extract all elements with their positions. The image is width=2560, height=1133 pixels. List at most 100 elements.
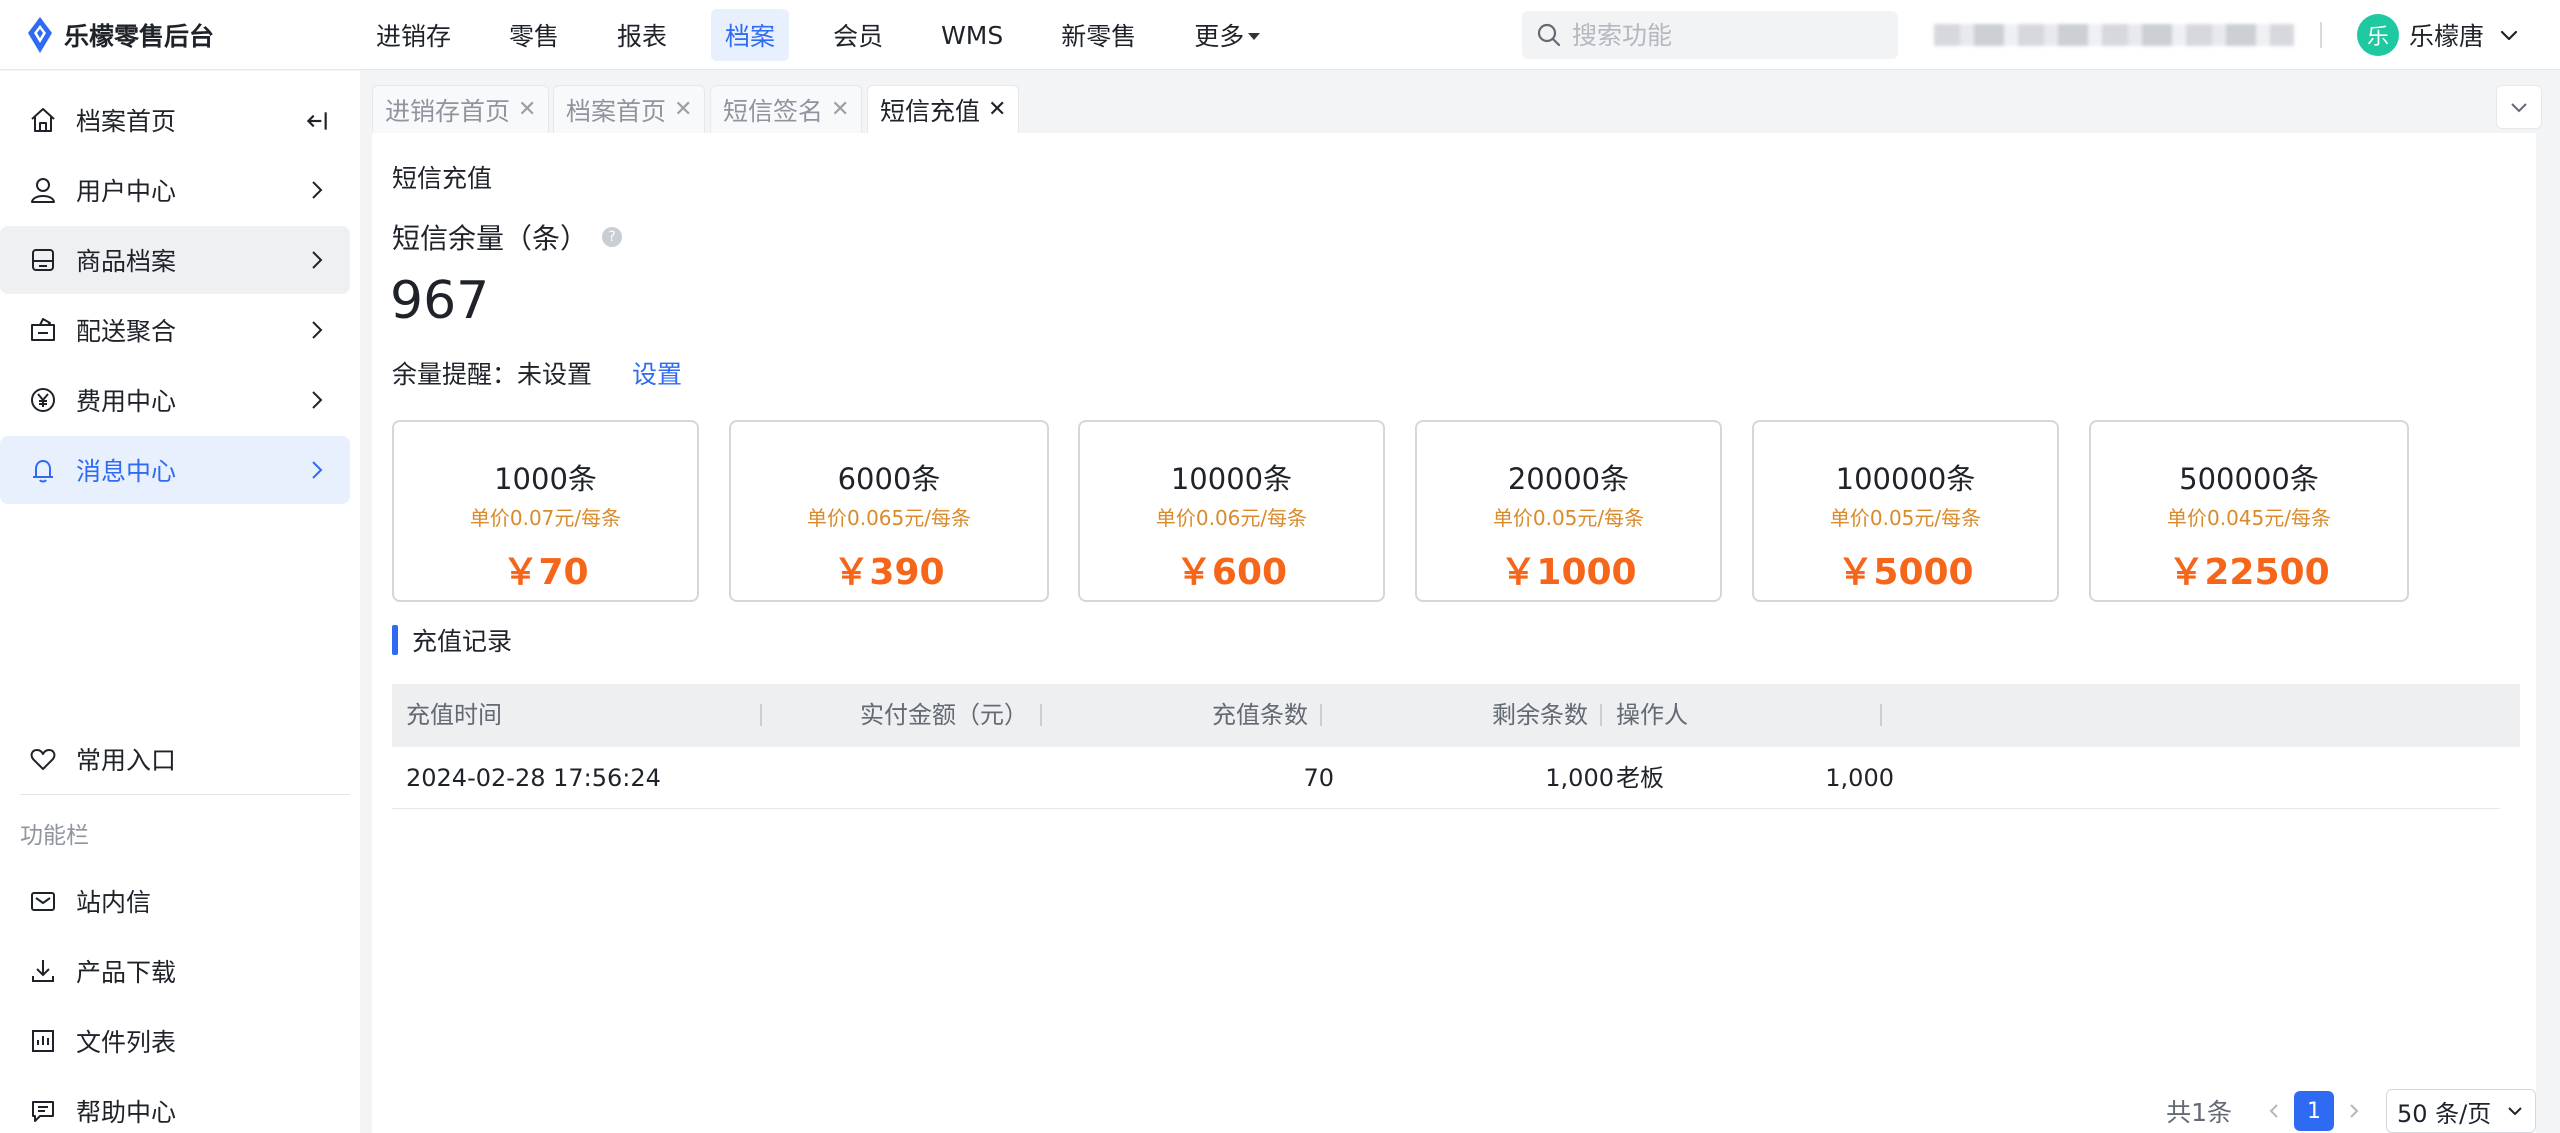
mail-icon [26, 884, 60, 918]
column-resize-handle[interactable] [760, 704, 762, 726]
tab-bar: 进销存首页 ✕ 档案首页 ✕ 短信签名 ✕ 短信充值 ✕ [360, 71, 2560, 133]
column-resize-handle[interactable] [1040, 704, 1042, 726]
package-count: 500000条 [2179, 462, 2319, 496]
next-page-icon[interactable] [2342, 1099, 2366, 1123]
sidebar-divider [20, 794, 350, 795]
sidebar: 档案首页 用户中心 商品档案 配送聚合 费用中心 消息中心 常用入口 功能栏 站… [0, 71, 360, 1133]
top-nav: 进销存 零售 报表 档案 会员 WMS 新零售 更多 [362, 0, 1304, 70]
column-resize-handle[interactable] [1600, 704, 1602, 726]
bell-icon [26, 453, 60, 487]
column-header-remaining[interactable]: 剩余条数 [1492, 684, 1588, 747]
topnav-item-more[interactable]: 更多 [1180, 9, 1274, 61]
package-card[interactable]: 1000条 单价0.07元/每条 ￥70 [392, 420, 699, 602]
section-marker [392, 625, 398, 655]
topnav-item-members[interactable]: 会员 [819, 9, 897, 61]
home-icon [26, 103, 60, 137]
tab-inventory-home[interactable]: 进销存首页 ✕ [372, 85, 550, 133]
balance-reminder: 余量提醒： 未设置 设置 [392, 355, 682, 391]
box-icon [26, 243, 60, 277]
sidebar-item-label: 商品档案 [76, 247, 177, 276]
chevron-right-icon [312, 321, 323, 339]
sidebar-tool-label: 站内信 [76, 888, 152, 917]
app-logo[interactable]: 乐檬零售后台 [24, 0, 214, 70]
sidebar-item-label: 费用中心 [76, 387, 177, 416]
sidebar-item-expense-center[interactable]: 费用中心 [0, 366, 350, 434]
package-unit-price: 单价0.05元/每条 [1829, 506, 1982, 530]
cell-count: 1,000 [1545, 764, 1614, 792]
package-price: ￥390 [833, 552, 945, 593]
topnav-item-wms[interactable]: WMS [927, 13, 1017, 58]
records-title-label: 充值记录 [412, 627, 513, 656]
caret-down-icon [1248, 32, 1261, 40]
balance-label-row: 短信余量（条） ? [392, 217, 623, 257]
tab-sms-signature[interactable]: 短信签名 ✕ [710, 85, 863, 133]
chevron-down-icon [2500, 30, 2518, 41]
sidebar-item-archives-home[interactable]: 档案首页 [0, 86, 350, 154]
search-input[interactable] [1572, 20, 1872, 50]
column-header-amount[interactable]: 实付金额（元） [860, 684, 1028, 747]
column-header-operator[interactable]: 操作人 [1616, 684, 1688, 747]
question-icon[interactable]: ? [602, 227, 623, 247]
close-icon[interactable]: ✕ [988, 97, 1006, 122]
page-size-select[interactable]: 50 条/页 [2386, 1089, 2536, 1133]
sidebar-tool-label: 产品下载 [76, 958, 177, 987]
sidebar-tool-file-list[interactable]: 文件列表 [0, 1007, 350, 1075]
column-header-count[interactable]: 充值条数 [1212, 684, 1308, 747]
page-number-current[interactable]: 1 [2294, 1091, 2334, 1131]
close-icon[interactable]: ✕ [518, 97, 536, 122]
prev-page-icon[interactable] [2262, 1099, 2286, 1123]
sidebar-tool-help-center[interactable]: 帮助中心 [0, 1077, 350, 1133]
search-box[interactable] [1522, 11, 1898, 59]
package-card[interactable]: 500000条 单价0.045元/每条 ￥22500 [2089, 420, 2409, 602]
sidebar-item-label: 档案首页 [76, 107, 177, 136]
column-header-time[interactable]: 充值时间 [406, 684, 502, 747]
chevron-right-icon [312, 461, 323, 479]
package-card[interactable]: 6000条 单价0.065元/每条 ￥390 [729, 420, 1049, 602]
user-menu[interactable]: 乐 乐檬唐 [2357, 13, 2520, 57]
chevron-right-icon [312, 391, 323, 409]
package-card[interactable]: 10000条 单价0.06元/每条 ￥600 [1078, 420, 1385, 602]
topnav-item-inventory[interactable]: 进销存 [362, 9, 465, 61]
sidebar-item-product-archives[interactable]: 商品档案 [0, 226, 350, 294]
sidebar-item-message-center[interactable]: 消息中心 [0, 436, 350, 504]
package-unit-price: 单价0.065元/每条 [807, 506, 971, 530]
sidebar-item-delivery[interactable]: 配送聚合 [0, 296, 350, 364]
sidebar-item-label: 消息中心 [76, 457, 177, 486]
cell-amount: 70 [1303, 764, 1334, 792]
sidebar-item-user-center[interactable]: 用户中心 [0, 156, 350, 224]
sidebar-favorites[interactable]: 常用入口 [0, 725, 350, 793]
yen-icon [26, 383, 60, 417]
package-card[interactable]: 100000条 单价0.05元/每条 ￥5000 [1752, 420, 2059, 602]
topnav-item-archives[interactable]: 档案 [711, 9, 790, 61]
collapse-sidebar-icon[interactable] [304, 108, 330, 134]
download-icon [26, 954, 60, 988]
help-chat-icon [26, 1094, 60, 1128]
sidebar-tool-download[interactable]: 产品下载 [0, 937, 350, 1005]
package-card[interactable]: 20000条 单价0.05元/每条 ￥1000 [1415, 420, 1722, 602]
close-icon[interactable]: ✕ [831, 97, 849, 122]
column-resize-handle[interactable] [1320, 704, 1322, 726]
tab-archives-home[interactable]: 档案首页 ✕ [553, 85, 706, 133]
package-unit-price: 单价0.045元/每条 [2167, 506, 2331, 530]
chevron-down-icon [2508, 1107, 2522, 1116]
topnav-item-reports[interactable]: 报表 [603, 9, 681, 61]
heart-icon [26, 742, 60, 776]
header-divider [2320, 22, 2322, 48]
tab-menu-button[interactable] [2496, 85, 2542, 129]
topnav-item-new-retail[interactable]: 新零售 [1047, 9, 1150, 61]
sidebar-tool-inbox[interactable]: 站内信 [0, 867, 350, 935]
logo-icon [28, 17, 52, 53]
chevron-down-icon [2511, 103, 2527, 113]
cell-remaining: 1,000 [1825, 764, 1894, 792]
reminder-settings-link[interactable]: 设置 [632, 355, 682, 391]
close-icon[interactable]: ✕ [674, 97, 692, 122]
package-price: ￥5000 [1837, 552, 1974, 593]
topnav-item-retail[interactable]: 零售 [495, 9, 573, 61]
tab-sms-recharge[interactable]: 短信充值 ✕ [867, 85, 1020, 133]
package-count: 6000条 [837, 462, 941, 496]
table-row[interactable]: 2024-02-28 17:56:24 70 1,000 1,000 老板 [392, 747, 2500, 809]
reminder-label: 余量提醒： [392, 360, 518, 389]
column-resize-handle[interactable] [1880, 704, 1882, 726]
package-count: 100000条 [1835, 462, 1976, 496]
pagination: 共1条 1 50 条/页 [2166, 1089, 2536, 1133]
